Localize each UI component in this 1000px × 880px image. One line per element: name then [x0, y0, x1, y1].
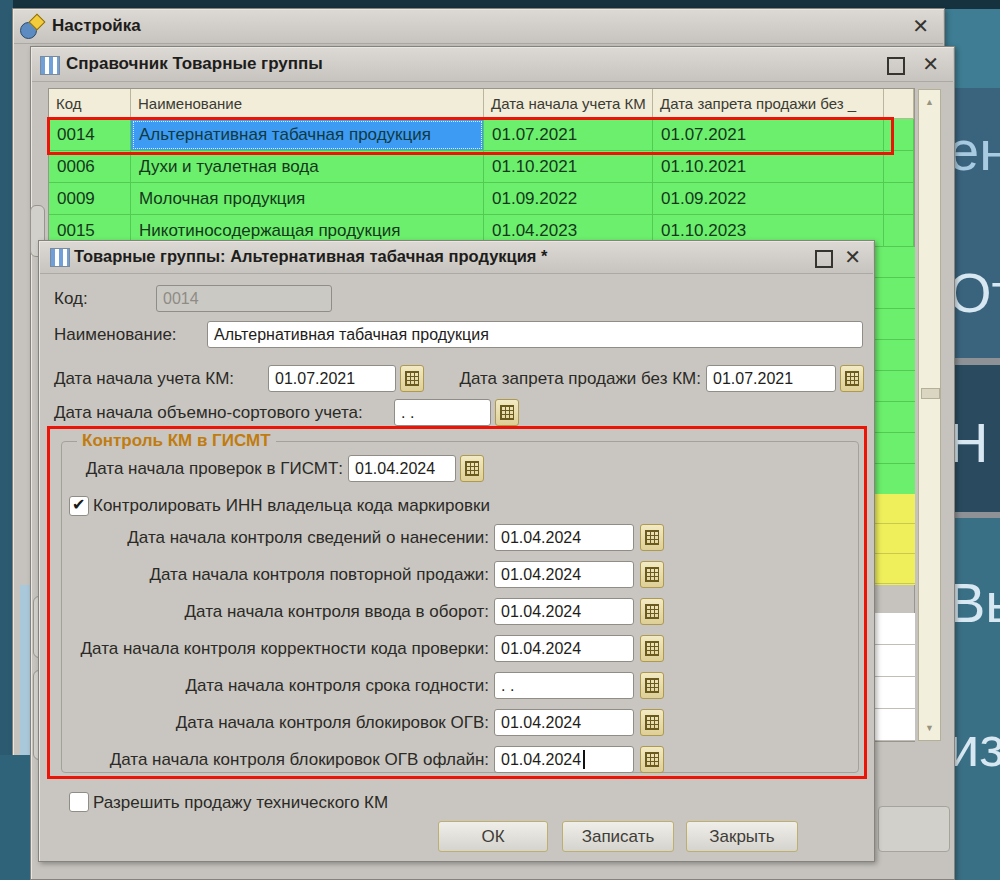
maximize-icon[interactable]: [887, 57, 905, 75]
maximize-icon[interactable]: [815, 250, 833, 268]
background-panel-1: ен От: [948, 88, 1000, 358]
close-icon[interactable]: ✕: [922, 52, 939, 76]
volume-date-field[interactable]: . .: [394, 399, 491, 426]
ok-button[interactable]: ОК: [438, 821, 548, 852]
name-field[interactable]: Альтернативная табачная продукция: [207, 321, 863, 348]
scroll-down-icon[interactable]: ▼: [919, 716, 940, 740]
table-row[interactable]: 0006 Духи и туалетная вода 01.10.2021 01…: [49, 151, 914, 183]
calendar-icon[interactable]: [495, 399, 519, 426]
window-directory-title: Справочник Товарные группы: [66, 54, 323, 74]
tech-km-label: Разрешить продажу технического КМ: [93, 789, 388, 816]
cell-date-start[interactable]: 01.10.2021: [484, 151, 653, 183]
column-header-date-start[interactable]: Дата начала учета КМ: [484, 89, 653, 119]
table-rows-continuation-white: [874, 613, 915, 741]
table-rows-continuation-yellow: [874, 494, 915, 585]
window-directory-titlebar[interactable]: Справочник Товарные группы ✕: [32, 48, 953, 82]
cell-date-ban[interactable]: 01.09.2022: [653, 183, 884, 215]
volume-date-label: Дата начала объемно-сортового учета:: [54, 399, 363, 426]
background-form-strip: [20, 585, 30, 757]
code-label: Код:: [54, 285, 88, 312]
column-header-code[interactable]: Код: [49, 89, 131, 119]
table-rows-continuation-green: [874, 247, 915, 494]
table-row[interactable]: 0009 Молочная продукция 01.09.2022 01.09…: [49, 183, 914, 215]
cell-code[interactable]: 0006: [49, 151, 131, 183]
dialog-title: Товарные группы: Альтернативная табачная…: [74, 247, 548, 266]
directory-icon: [40, 56, 60, 75]
table-header-row: Код Наименование Дата начала учета КМ Да…: [49, 89, 914, 119]
code-field: 0014: [156, 285, 332, 312]
cell-code[interactable]: 0009: [49, 183, 131, 215]
cell-date-start[interactable]: 01.09.2022: [484, 183, 653, 215]
scrollbar-thumb[interactable]: [921, 388, 940, 399]
background-text-fragment: ен: [948, 118, 1000, 183]
background-panel-3: Вы из: [948, 518, 1000, 880]
save-button[interactable]: Записать: [562, 821, 674, 852]
background-text-fragment: Вы: [948, 570, 1000, 635]
cell-name[interactable]: Духи и туалетная вода: [131, 151, 484, 183]
calendar-icon[interactable]: [840, 365, 864, 392]
date-start-field[interactable]: 01.07.2021: [268, 365, 396, 392]
window-settings-titlebar[interactable]: Настройка ✕: [14, 10, 943, 44]
date-ban-label: Дата запрета продажи без КМ:: [419, 365, 701, 392]
cell-filler: [884, 183, 914, 215]
tech-km-checkbox[interactable]: [69, 792, 89, 812]
cell-filler: [884, 215, 914, 247]
column-header-date-ban[interactable]: Дата запрета продажи без _: [653, 89, 884, 119]
close-icon[interactable]: ✕: [844, 245, 861, 269]
table-scrollbar[interactable]: ▲ ▼: [918, 89, 941, 741]
settings-window-icon: [20, 15, 44, 39]
name-label: Наименование:: [54, 321, 177, 348]
date-start-label: Дата начала учета КМ:: [54, 365, 234, 392]
column-header-name[interactable]: Наименование: [131, 89, 484, 119]
background-panel-2: Н: [948, 365, 1000, 512]
dialog-titlebar[interactable]: Товарные группы: Альтернативная табачная…: [40, 242, 873, 274]
background-text-fragment: От: [948, 260, 1000, 325]
scroll-up-icon[interactable]: ▲: [919, 90, 940, 114]
cell-filler: [884, 151, 914, 183]
annotation-rect-group: [47, 426, 867, 779]
cell-date-ban[interactable]: 01.10.2021: [653, 151, 884, 183]
annotation-rect-row: [47, 117, 894, 155]
cell-name[interactable]: Молочная продукция: [131, 183, 484, 215]
dialog-icon: [50, 248, 70, 267]
window-settings-title: Настройка: [52, 16, 141, 36]
hidden-button-behind-dialog[interactable]: [878, 806, 950, 852]
column-header-filler: [884, 89, 914, 119]
close-button[interactable]: Закрыть: [686, 821, 798, 852]
date-ban-field[interactable]: 01.07.2021: [706, 365, 836, 392]
background-divider: [948, 358, 1000, 365]
background-text-fragment: из: [948, 714, 1000, 779]
close-icon[interactable]: ✕: [912, 14, 929, 38]
background-lower-left: [0, 755, 30, 880]
